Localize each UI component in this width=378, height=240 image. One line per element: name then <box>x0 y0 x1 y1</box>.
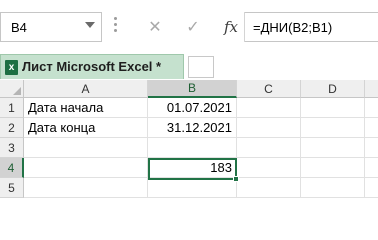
cell-e1[interactable] <box>365 98 378 118</box>
cell-a5[interactable] <box>24 178 148 198</box>
column-header-partial[interactable] <box>365 80 378 98</box>
formula-bar: B4 ✕ ✓ fx =ДНИ(B2;B1) <box>0 0 378 52</box>
cell-b5[interactable] <box>148 178 237 198</box>
column-header-b[interactable]: B <box>148 80 237 98</box>
cell-e2[interactable] <box>365 118 378 138</box>
excel-icon: x <box>5 60 18 75</box>
cell-e5[interactable] <box>365 178 378 198</box>
tab-title: Лист Microsoft Excel * <box>22 59 162 74</box>
cell-e4[interactable] <box>365 158 378 178</box>
column-header-c[interactable]: C <box>237 80 301 98</box>
cell-d1[interactable] <box>301 98 365 118</box>
cell-a2[interactable]: Дата конца <box>24 118 148 138</box>
insert-function-icon[interactable]: fx <box>216 12 246 42</box>
cell-c3[interactable] <box>237 138 301 158</box>
cell-b1[interactable]: 01.07.2021 <box>148 98 237 118</box>
row-header-4[interactable]: 4 <box>0 158 24 178</box>
enter-icon[interactable]: ✓ <box>178 12 208 42</box>
name-box-value: B4 <box>11 20 27 35</box>
row-header-3[interactable]: 3 <box>0 138 24 158</box>
spreadsheet-grid: A B C D 1 2 3 4 5 Дата начала 01.07.2021… <box>0 80 378 208</box>
tab-strip: x Лист Microsoft Excel * <box>0 52 378 80</box>
cell-a3[interactable] <box>24 138 148 158</box>
cell-b2[interactable]: 31.12.2021 <box>148 118 237 138</box>
cell-c2[interactable] <box>237 118 301 138</box>
fill-handle[interactable] <box>233 176 239 182</box>
cell-c5[interactable] <box>237 178 301 198</box>
cell-b3[interactable] <box>148 138 237 158</box>
tab-workbook[interactable]: x Лист Microsoft Excel * <box>0 54 184 79</box>
drag-handle-icon[interactable] <box>114 17 118 37</box>
new-tab-button[interactable] <box>188 56 214 78</box>
column-header-a[interactable]: A <box>24 80 148 98</box>
select-all-corner[interactable] <box>0 80 24 98</box>
cell-a4[interactable] <box>24 158 148 178</box>
cell-d2[interactable] <box>301 118 365 138</box>
cell-c4[interactable] <box>237 158 301 178</box>
formula-text: =ДНИ(B2;B1) <box>253 20 333 35</box>
cell-c1[interactable] <box>237 98 301 118</box>
cell-e3[interactable] <box>365 138 378 158</box>
cell-a1[interactable]: Дата начала <box>24 98 148 118</box>
formula-input[interactable]: =ДНИ(B2;B1) <box>245 12 378 42</box>
cell-d3[interactable] <box>301 138 365 158</box>
chevron-down-icon[interactable] <box>85 22 95 28</box>
cell-d4[interactable] <box>301 158 365 178</box>
cancel-icon[interactable]: ✕ <box>140 12 170 42</box>
row-header-5[interactable]: 5 <box>0 178 24 198</box>
column-header-d[interactable]: D <box>301 80 365 98</box>
cell-d5[interactable] <box>301 178 365 198</box>
row-header-2[interactable]: 2 <box>0 118 24 138</box>
select-all-icon <box>13 87 21 95</box>
row-header-1[interactable]: 1 <box>0 98 24 118</box>
active-cell-selection <box>148 158 239 182</box>
name-box[interactable]: B4 <box>0 12 102 42</box>
